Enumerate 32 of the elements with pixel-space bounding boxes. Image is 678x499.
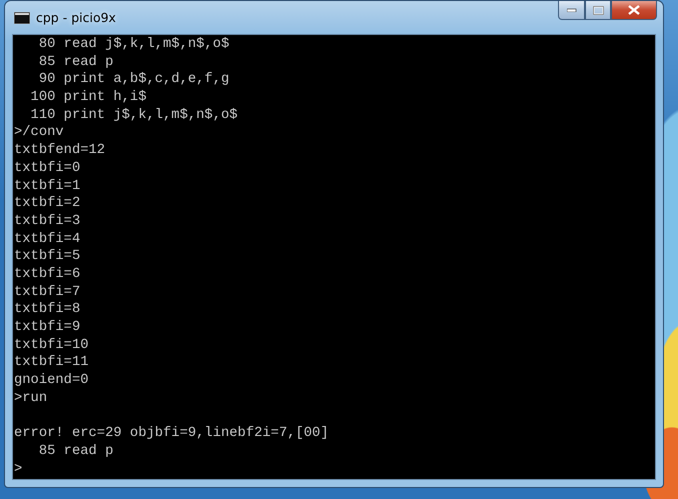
console-line: txtbfi=4 (14, 230, 82, 248)
close-button[interactable] (611, 1, 657, 20)
console-line: txtbfi=10 (14, 336, 90, 354)
console-line: txtbfend=12 (14, 142, 106, 160)
console-line: 85 read p (38, 54, 114, 72)
console-line: gnoiend=0 (14, 372, 90, 390)
console-line: txtbfi=6 (14, 266, 82, 284)
console-line: txtbfi=3 (14, 212, 82, 231)
console-line: txtbfi=9 (14, 319, 82, 337)
console-line: txtbfi=11 (14, 354, 90, 372)
console-line: txtbfi=2 (14, 195, 82, 213)
console-icon (14, 12, 30, 24)
console-line: error! erc=29 objbfi=9,linebf2i=7,[00] (14, 425, 330, 443)
maximize-button[interactable] (585, 1, 611, 20)
maximize-icon (592, 6, 604, 14)
minimize-icon (566, 8, 576, 12)
console-line: >/conv (14, 124, 65, 142)
console-line: 90 print a,b$,c,d,e,f,g (38, 71, 230, 90)
console-line: txtbfi=1 (14, 178, 82, 196)
console-line: txtbfi=5 (14, 248, 82, 266)
window-title: cpp - picio9x (36, 10, 116, 25)
minimize-button[interactable] (558, 1, 585, 20)
console-line: 100 print h,i$ (30, 89, 148, 107)
close-icon (628, 5, 640, 15)
console-line: 110 print j$,k,l,m$,n$,o$ (30, 106, 239, 124)
console-line: txtbfi=8 (14, 301, 82, 319)
console-line: txtbfi=0 (14, 160, 82, 178)
console-line: 85 read p (38, 442, 114, 460)
console-line: txtbfi=7 (14, 284, 82, 302)
console-line: 80 read j$,k,l,m$,n$,o$ (38, 36, 230, 54)
console-line: > (14, 460, 24, 478)
console-line: >run (14, 390, 48, 408)
